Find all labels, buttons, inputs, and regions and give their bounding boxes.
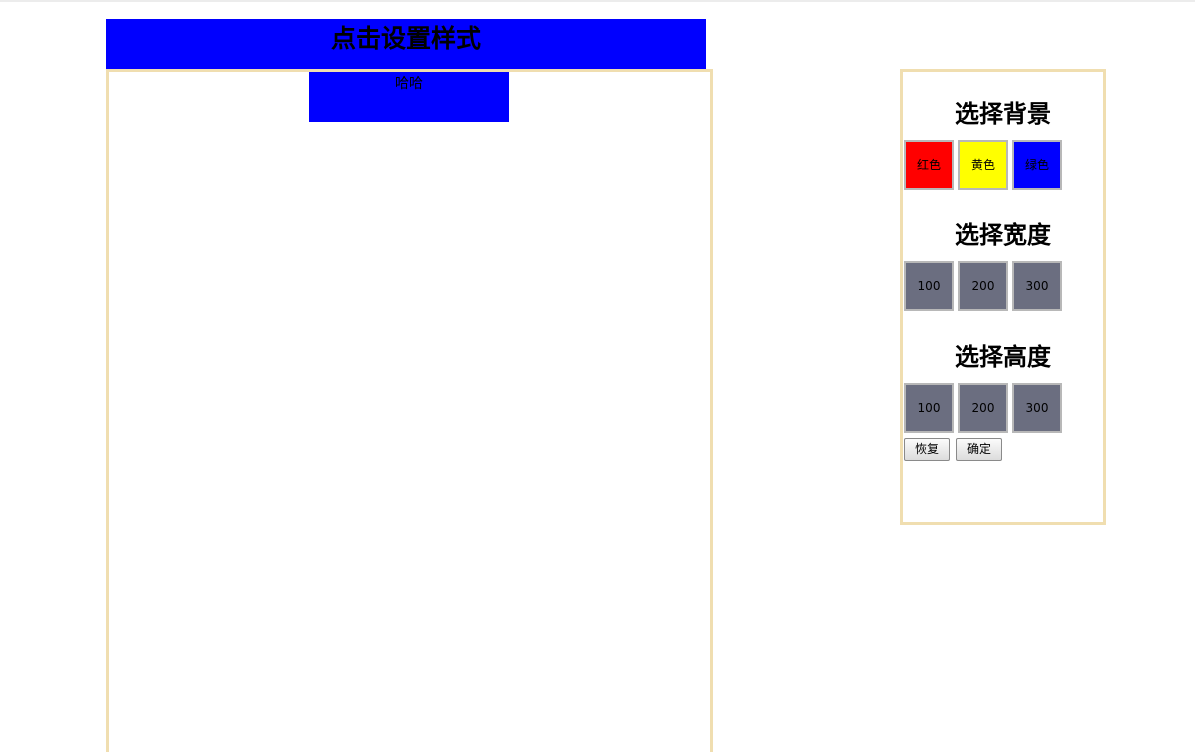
preview-stage: 哈哈 <box>106 69 713 752</box>
height-heading: 选择高度 <box>903 337 1103 372</box>
bg-red-button[interactable]: 红色 <box>904 140 954 190</box>
width-heading-text: 选择宽度 <box>955 221 1051 249</box>
width-300-button[interactable]: 300 <box>1012 261 1062 311</box>
styled-target-box: 哈哈 <box>309 72 509 122</box>
page-title: 点击设置样式 <box>330 24 481 53</box>
confirm-button[interactable]: 确定 <box>956 438 1002 461</box>
title-banner[interactable]: 点击设置样式 <box>106 19 706 69</box>
bg-yellow-button[interactable]: 黄色 <box>958 140 1008 190</box>
width-200-button[interactable]: 200 <box>958 261 1008 311</box>
top-divider <box>0 0 1195 2</box>
height-100-button[interactable]: 100 <box>904 383 954 433</box>
height-300-button[interactable]: 300 <box>1012 383 1062 433</box>
style-settings-panel: 选择背景 红色 黄色 绿色 选择宽度 100 200 300 选择高度 100 … <box>900 69 1106 525</box>
height-200-button[interactable]: 200 <box>958 383 1008 433</box>
width-100-button[interactable]: 100 <box>904 261 954 311</box>
reset-button[interactable]: 恢复 <box>904 438 950 461</box>
bg-green-button[interactable]: 绿色 <box>1012 140 1062 190</box>
background-heading: 选择背景 <box>903 94 1103 129</box>
width-heading: 选择宽度 <box>903 215 1103 250</box>
target-box-text: 哈哈 <box>395 76 423 92</box>
height-heading-text: 选择高度 <box>955 343 1051 371</box>
background-heading-text: 选择背景 <box>955 100 1051 128</box>
